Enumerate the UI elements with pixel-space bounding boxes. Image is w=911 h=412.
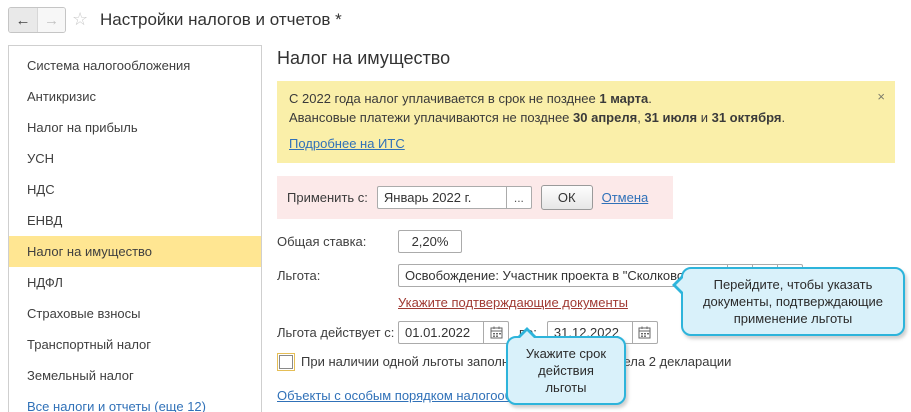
window-header: ← → ☆ Настройки налогов и отчетов * (0, 0, 911, 44)
sidebar-item-usn[interactable]: УСН (9, 143, 261, 174)
calendar-icon[interactable] (484, 321, 509, 344)
favorite-star-icon[interactable]: ☆ (72, 9, 88, 30)
forward-icon: → (37, 8, 65, 32)
docs-tooltip: Перейдите, чтобы указать документы, подт… (672, 267, 905, 336)
notice-close-icon[interactable]: × (877, 87, 885, 106)
rate-input[interactable] (398, 230, 462, 253)
notice-line-1: С 2022 года налог уплачивается в срок не… (289, 91, 652, 106)
back-icon[interactable]: ← (9, 8, 37, 32)
period-from-label: Льгота действует с: (277, 325, 395, 340)
rate-label: Общая ставка: (277, 234, 367, 249)
single-sheet-checkbox[interactable] (277, 352, 295, 371)
period-tooltip: Укажите срок действия льготы (506, 327, 626, 405)
apply-from-label: Применить с: (287, 190, 368, 205)
section-heading: Налог на имущество (277, 48, 451, 68)
sidebar-item-taxation-system[interactable]: Система налогообложения (9, 50, 261, 81)
apply-period-input[interactable] (376, 186, 507, 209)
sidebar-more-row: Все налоги и отчеты (еще 12) (9, 391, 261, 412)
page-title: Настройки налогов и отчетов * (100, 10, 342, 29)
sidebar-item-anticrisis[interactable]: Антикризис (9, 81, 261, 112)
deadline-notice: × С 2022 года налог уплачивается в срок … (277, 81, 895, 163)
sidebar-item-transport-tax[interactable]: Транспортный налог (9, 329, 261, 360)
exemption-label: Льгота: (277, 268, 321, 283)
rate-row: Общая ставка: (277, 230, 895, 253)
sidebar-item-property-tax[interactable]: Налог на имущество (9, 236, 261, 267)
sidebar-item-land-tax[interactable]: Земельный налог (9, 360, 261, 391)
sidebar-item-profit-tax[interactable]: Налог на прибыль (9, 112, 261, 143)
sidebar-item-insurance[interactable]: Страховые взносы (9, 298, 261, 329)
apply-bar: Применить с: ... ОК Отмена (277, 176, 673, 219)
tax-sections-sidebar: Система налогообложения Антикризис Налог… (8, 45, 262, 412)
ok-button[interactable]: ОК (540, 185, 593, 210)
confirming-documents-link[interactable]: Укажите подтверждающие документы (398, 295, 628, 310)
calendar-icon[interactable] (632, 321, 658, 344)
sidebar-item-envd[interactable]: ЕНВД (9, 205, 261, 236)
period-from-input[interactable] (398, 321, 484, 344)
notice-line-2: Авансовые платежи уплачиваются не поздне… (289, 110, 786, 125)
nav-button-group: ← → (8, 7, 66, 33)
all-taxes-link[interactable]: Все налоги и отчеты (еще 12) (27, 399, 206, 412)
period-picker-icon[interactable]: ... (506, 186, 532, 209)
sidebar-item-ndfl[interactable]: НДФЛ (9, 267, 261, 298)
cancel-link[interactable]: Отмена (602, 190, 649, 205)
its-details-link[interactable]: Подробнее на ИТС (289, 134, 405, 153)
sidebar-item-nds[interactable]: НДС (9, 174, 261, 205)
